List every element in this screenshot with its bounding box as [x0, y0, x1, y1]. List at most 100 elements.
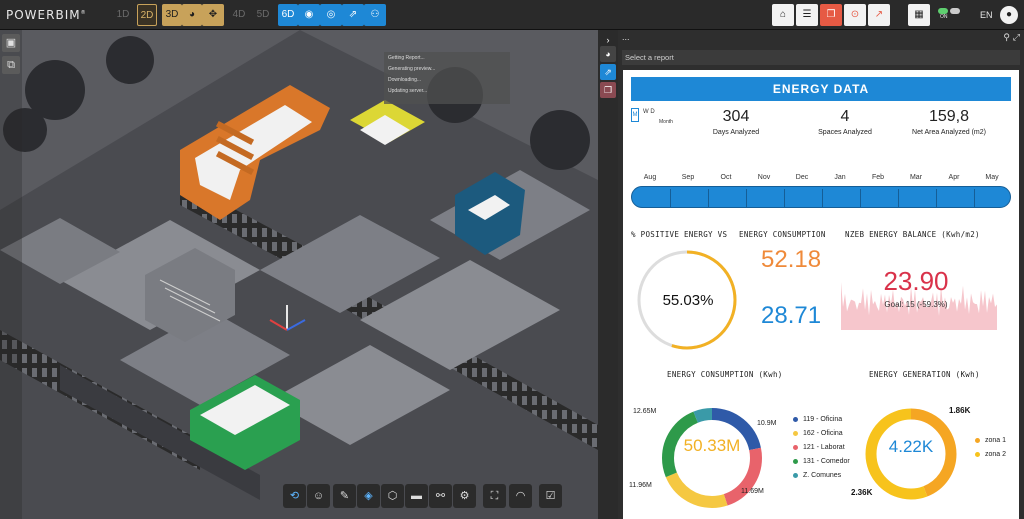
dim-5d-button[interactable]: 5D: [254, 4, 272, 26]
cube-icon[interactable]: ▣: [2, 34, 20, 52]
nzeb-value: 23.90: [883, 266, 949, 296]
nzeb-title: NZEB ENERGY BALANCE (Kwh/m2): [845, 230, 980, 239]
kpi-days-label: Days Analyzed: [712, 129, 760, 136]
left-tool-rail: ▣ ⧉: [0, 30, 22, 519]
trend-icon[interactable]: ↗: [868, 4, 890, 26]
bottom-tool-dock: ⟲ ☺ ✎ ◈ ⬡ ▬ ⚯ ⚙ ⛶ ◠ ☑: [283, 484, 573, 510]
layers-icon[interactable]: ❐: [820, 4, 842, 26]
segment-label-oficina-119: 10.9M: [757, 420, 777, 427]
month-label: Aug: [643, 174, 657, 181]
app-root: POWERBIM® 1D 2D 3D ◕ ✥ 4D 5D 6D ◉ ◎ ⇗ ⚇ …: [0, 0, 1024, 519]
panel-side-strip: › ◕ ⇗ ❐: [598, 30, 618, 519]
layers-stack-icon[interactable]: ⧉: [2, 56, 20, 74]
dim-4d-button[interactable]: 4D: [230, 4, 248, 26]
dim-2d-button[interactable]: 2D: [137, 4, 157, 26]
legend-item[interactable]: 121 - Laborat: [793, 444, 845, 451]
timeline-tick: [898, 189, 899, 207]
toggle-label: ON: [940, 14, 948, 20]
notifications-popup: Getting Report... Generating preview... …: [384, 52, 510, 104]
menu-icon[interactable]: ...: [622, 32, 630, 42]
panel-header: ... ⚲ ⤢: [618, 30, 1024, 46]
orbit-icon[interactable]: ⟲: [283, 484, 306, 508]
generation-donut-center: 4.22K: [888, 437, 934, 456]
app-logo: POWERBIM®: [6, 8, 87, 22]
month-label: Apr: [948, 174, 960, 181]
segment-label-comedor: 12.65M: [633, 408, 657, 415]
timeline-tick: [746, 189, 747, 207]
target-icon[interactable]: ◉: [298, 4, 320, 26]
kpi-days-value: 304: [722, 108, 750, 125]
kpi-area-label: Net Area Analyzed (m2): [912, 129, 986, 136]
building-icon[interactable]: ▦: [908, 4, 930, 26]
timeline-tick: [936, 189, 937, 207]
period-label: Month: [659, 119, 673, 125]
energy-consumption-kpi-title: ENERGY CONSUMPTION: [739, 230, 826, 239]
copy-icon[interactable]: ❐: [600, 82, 616, 98]
month-label: Dec: [795, 174, 809, 181]
3d-viewport[interactable]: Getting Report... Generating preview... …: [0, 30, 598, 519]
timeline-tick: [670, 189, 671, 207]
external-link-icon[interactable]: ⇗: [600, 64, 616, 80]
kpi-area-value: 159,8: [928, 108, 970, 125]
hierarchy-icon[interactable]: ⚯: [429, 484, 452, 508]
measure-pencil-icon[interactable]: ✎: [333, 484, 356, 508]
timeline-tick: [974, 189, 975, 207]
toggle-switch[interactable]: ON: [938, 8, 966, 20]
legend-label: 119 - Oficina: [803, 416, 843, 423]
fullscreen-icon[interactable]: ⛶: [483, 484, 506, 508]
home-icon[interactable]: ⌂: [772, 4, 794, 26]
walk-person-icon[interactable]: ☺: [307, 484, 330, 508]
external-link-icon[interactable]: ⇗: [342, 4, 364, 26]
gear-icon[interactable]: ⚙: [453, 484, 476, 508]
folder-icon[interactable]: ▬: [405, 484, 428, 508]
period-month-toggle[interactable]: M: [631, 108, 639, 122]
consumption-chart-title: ENERGY CONSUMPTION (Kwh): [667, 370, 783, 379]
legend-item[interactable]: Z. Comunes: [793, 472, 841, 479]
segment-label-zona-2: 2.36K: [851, 488, 873, 497]
language-selector[interactable]: EN: [980, 10, 993, 20]
positive-energy-value: 55.03%: [662, 292, 714, 309]
user-avatar-icon[interactable]: ●: [1000, 6, 1018, 24]
legend-swatch: [975, 451, 980, 457]
pie-chart-icon[interactable]: ◕: [600, 46, 616, 62]
list-icon[interactable]: ☰: [796, 4, 818, 26]
checkbox-icon[interactable]: ☑: [539, 484, 562, 508]
legend-item[interactable]: 162 - Oficina: [793, 430, 843, 437]
section-plane-icon[interactable]: ◈: [357, 484, 380, 508]
legend-item[interactable]: 131 - Comedor: [793, 458, 850, 465]
legend-item[interactable]: zona 1: [975, 437, 1006, 444]
dim-1d-button[interactable]: 1D: [114, 4, 132, 26]
legend-swatch: [793, 444, 798, 450]
legend-swatch: [793, 458, 798, 464]
timeline-slider[interactable]: [631, 186, 1011, 208]
legend-swatch: [975, 437, 980, 443]
move-icon[interactable]: ✥: [202, 4, 224, 26]
energy-consumption-value-top: 52.18: [761, 246, 822, 273]
signal-icon[interactable]: ◠: [509, 484, 532, 508]
check-circle-icon[interactable]: ⊙: [844, 4, 866, 26]
legend-label: 162 - Oficina: [803, 430, 843, 437]
report-select[interactable]: Select a report: [622, 50, 1020, 65]
month-label: Feb: [871, 174, 885, 181]
pin-icon[interactable]: ⚲: [1003, 30, 1010, 44]
legend-item[interactable]: zona 2: [975, 451, 1006, 458]
dim-3d-button[interactable]: 3D: [162, 4, 182, 26]
legend-label: 131 - Comedor: [803, 458, 850, 465]
cube-icon[interactable]: ⬡: [381, 484, 404, 508]
month-label: Jan: [834, 174, 846, 181]
legend-swatch: [793, 472, 798, 478]
expand-icon[interactable]: ⤢: [1013, 30, 1020, 44]
legend-swatch: [793, 430, 798, 436]
month-label: Oct: [720, 174, 732, 181]
period-week-day-toggle[interactable]: W D: [643, 109, 655, 115]
dim-6d-button[interactable]: 6D: [278, 4, 298, 26]
sensor-icon[interactable]: ⚇: [364, 4, 386, 26]
timeline-tick: [822, 189, 823, 207]
pie-view-icon[interactable]: ◕: [182, 4, 202, 26]
legend-item[interactable]: 119 - Oficina: [793, 416, 842, 423]
top-toolbar: POWERBIM® 1D 2D 3D ◕ ✥ 4D 5D 6D ◉ ◎ ⇗ ⚇ …: [0, 0, 1024, 30]
notification-item: Updating server...: [388, 88, 428, 94]
eye-icon[interactable]: ◎: [320, 4, 342, 26]
nzeb-goal: Goal: 15 (-59.3%): [884, 300, 948, 309]
notification-item: Generating preview...: [388, 66, 436, 72]
